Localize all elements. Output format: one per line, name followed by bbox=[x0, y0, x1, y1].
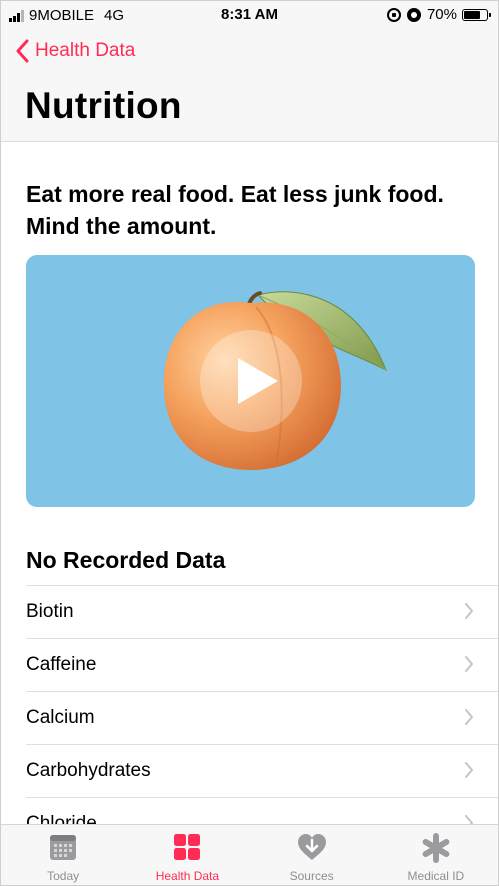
chevron-right-icon bbox=[464, 600, 474, 626]
list-item-biotin[interactable]: Biotin bbox=[26, 585, 498, 638]
list-item-label: Caffeine bbox=[26, 654, 97, 675]
chevron-left-icon bbox=[16, 39, 29, 63]
grid-icon bbox=[174, 834, 201, 860]
tab-medical-id[interactable]: Medical ID bbox=[374, 825, 498, 885]
alarm-icon bbox=[406, 7, 421, 22]
heart-download-icon bbox=[297, 834, 326, 860]
navigation-header: Health Data Nutrition bbox=[1, 29, 498, 142]
tab-label: Medical ID bbox=[407, 869, 465, 883]
nutrient-list: Biotin Caffeine Calcium Carbohydrates Ch… bbox=[1, 585, 498, 825]
battery-icon bbox=[462, 8, 491, 21]
chevron-right-icon bbox=[464, 706, 474, 732]
tab-today[interactable]: Today bbox=[1, 825, 125, 885]
status-right: 70% bbox=[386, 6, 491, 23]
tab-label: Sources bbox=[289, 869, 334, 883]
calendar-icon bbox=[50, 835, 77, 860]
chevron-right-icon bbox=[464, 653, 474, 679]
main-content[interactable]: Eat more real food. Eat less junk food. … bbox=[1, 142, 498, 825]
page-title: Nutrition bbox=[25, 85, 182, 126]
list-item-caffeine[interactable]: Caffeine bbox=[26, 638, 498, 691]
play-button[interactable] bbox=[200, 330, 302, 432]
tab-bar: Today Health Data Sources Medical ID bbox=[1, 824, 498, 885]
chevron-right-icon bbox=[464, 759, 474, 785]
list-item-chloride[interactable]: Chloride bbox=[26, 797, 498, 825]
status-bar: 9MOBILE 4G 8:31 AM 70% bbox=[1, 1, 498, 29]
tagline: Eat more real food. Eat less junk food. … bbox=[26, 181, 444, 239]
list-item-label: Biotin bbox=[26, 601, 74, 622]
orientation-lock-icon bbox=[386, 7, 401, 22]
list-item-calcium[interactable]: Calcium bbox=[26, 691, 498, 744]
asterisk-icon bbox=[422, 833, 450, 863]
back-label: Health Data bbox=[35, 40, 136, 61]
tab-health-data[interactable]: Health Data bbox=[125, 825, 249, 885]
list-item-carbohydrates[interactable]: Carbohydrates bbox=[26, 744, 498, 797]
video-card[interactable] bbox=[26, 255, 475, 507]
tab-label: Health Data bbox=[155, 869, 220, 883]
tab-sources[interactable]: Sources bbox=[250, 825, 374, 885]
section-title: No Recorded Data bbox=[26, 547, 226, 573]
battery-percent: 70% bbox=[426, 6, 457, 23]
back-button[interactable]: Health Data bbox=[15, 39, 135, 63]
list-item-label: Carbohydrates bbox=[26, 760, 151, 781]
tab-label: Today bbox=[47, 869, 80, 883]
list-item-label: Calcium bbox=[26, 707, 95, 728]
